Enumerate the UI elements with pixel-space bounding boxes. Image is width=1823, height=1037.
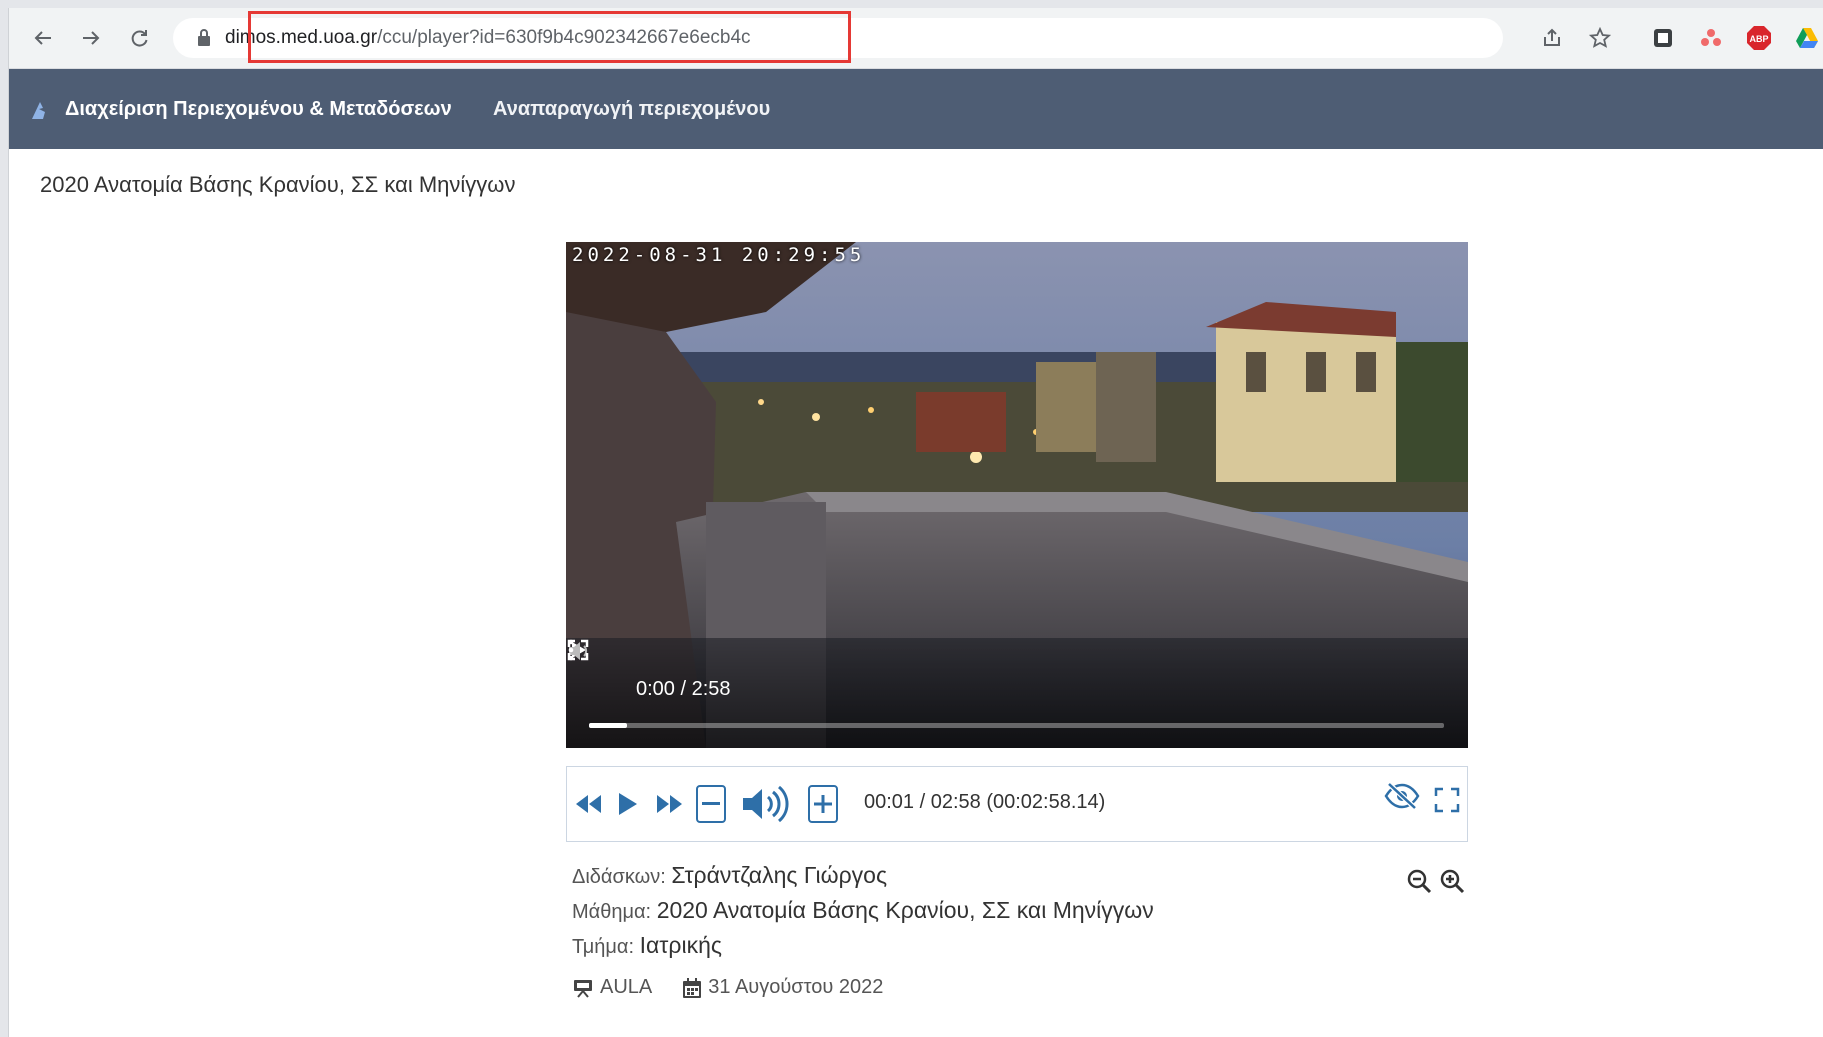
reload-icon[interactable] <box>123 22 155 54</box>
fast-forward-button[interactable] <box>654 787 686 821</box>
volume-up-button[interactable] <box>808 785 838 823</box>
fast-forward-icon <box>657 795 682 813</box>
department-label: Τμήμα: <box>572 936 635 958</box>
mute-button[interactable] <box>740 785 796 823</box>
browser-toolbar: dimos.med.uoa.gr/ccu/player?id=630f9b4c9… <box>9 8 1823 69</box>
play-button[interactable] <box>614 787 642 821</box>
department-value: Ιατρικής <box>639 932 722 958</box>
instructor-row: Διδάσκων: Στράντζαλης Γιώργος <box>572 862 887 889</box>
course-row: Μάθημα: 2020 Ανατομία Βάσης Κρανίου, ΣΣ … <box>572 897 1154 924</box>
instructor-label: Διδάσκων: <box>572 866 666 888</box>
brand-link[interactable]: Διαχείριση Περιεχομένου & Μεταδόσεων <box>65 98 452 121</box>
play-icon <box>619 793 637 815</box>
app-navbar: Διαχείριση Περιεχομένου & Μεταδόσεων Ανα… <box>9 69 1823 149</box>
share-icon[interactable] <box>1538 24 1566 52</box>
video-progress-bar[interactable] <box>589 723 1444 728</box>
rewind-icon <box>576 795 601 813</box>
room-label: AULA <box>600 976 653 998</box>
volume-high-icon <box>743 785 789 823</box>
eye-slash-icon <box>1384 782 1420 810</box>
asana-extension-icon[interactable] <box>1697 24 1725 52</box>
brand-logo-icon[interactable] <box>29 99 51 121</box>
volume-down-button[interactable] <box>696 785 726 823</box>
video-time: 0:00 / 2:58 <box>636 678 731 700</box>
playback-time-display: 00:01 / 02:58 (00:02:58.14) <box>864 791 1106 813</box>
custom-control-bar: 00:01 / 02:58 (00:02:58.14) <box>566 766 1468 842</box>
browser-window: dimos.med.uoa.gr/ccu/player?id=630f9b4c9… <box>8 8 1823 1037</box>
rewind-button[interactable] <box>572 787 604 821</box>
adblock-plus-icon[interactable]: ABP <box>1745 24 1773 52</box>
bookmark-star-icon[interactable] <box>1586 24 1614 52</box>
room-icon <box>574 979 592 998</box>
expand-icon <box>1434 787 1460 813</box>
course-value: 2020 Ανατομία Βάσης Κρανίου, ΣΣ και Μηνί… <box>656 897 1154 923</box>
video-progress-fill <box>589 723 628 728</box>
google-drive-icon[interactable] <box>1793 24 1821 52</box>
forward-icon[interactable] <box>75 22 107 54</box>
plus-icon <box>814 795 832 813</box>
svg-text:ABP: ABP <box>1749 34 1768 44</box>
fullscreen-button[interactable] <box>1432 783 1462 817</box>
department-row: Τμήμα: Ιατρικής <box>572 932 722 959</box>
zoom-out-icon[interactable] <box>1406 868 1432 894</box>
native-video-controls: 0:00 / 2:58 <box>566 638 1468 748</box>
video-timestamp: 2022-08-31 20:29:55 <box>572 244 866 266</box>
hide-video-button[interactable] <box>1382 779 1422 813</box>
instructor-value: Στράντζαλης Γιώργος <box>671 862 888 888</box>
extension-icon[interactable] <box>1649 24 1677 52</box>
lock-icon <box>198 29 210 46</box>
url-highlight-box <box>248 11 851 63</box>
course-label: Μάθημα: <box>572 901 652 923</box>
page-title: 2020 Ανατομία Βάσης Κρανίου, ΣΣ και Μηνί… <box>40 172 516 197</box>
calendar-icon <box>683 977 702 998</box>
nav-playback-link[interactable]: Αναπαραγωγή περιεχομένου <box>493 98 770 121</box>
back-icon[interactable] <box>27 22 59 54</box>
date-label: 31 Αυγούστου 2022 <box>708 976 884 998</box>
video-player[interactable]: 2022-08-31 20:29:55 0:00 / 2:58 <box>566 242 1468 748</box>
video-more-options-icon[interactable] <box>566 638 576 662</box>
zoom-in-icon[interactable] <box>1439 868 1465 894</box>
minus-icon <box>702 802 720 805</box>
meta-row: AULA 31 Αυγούστου 2022 <box>572 976 883 999</box>
